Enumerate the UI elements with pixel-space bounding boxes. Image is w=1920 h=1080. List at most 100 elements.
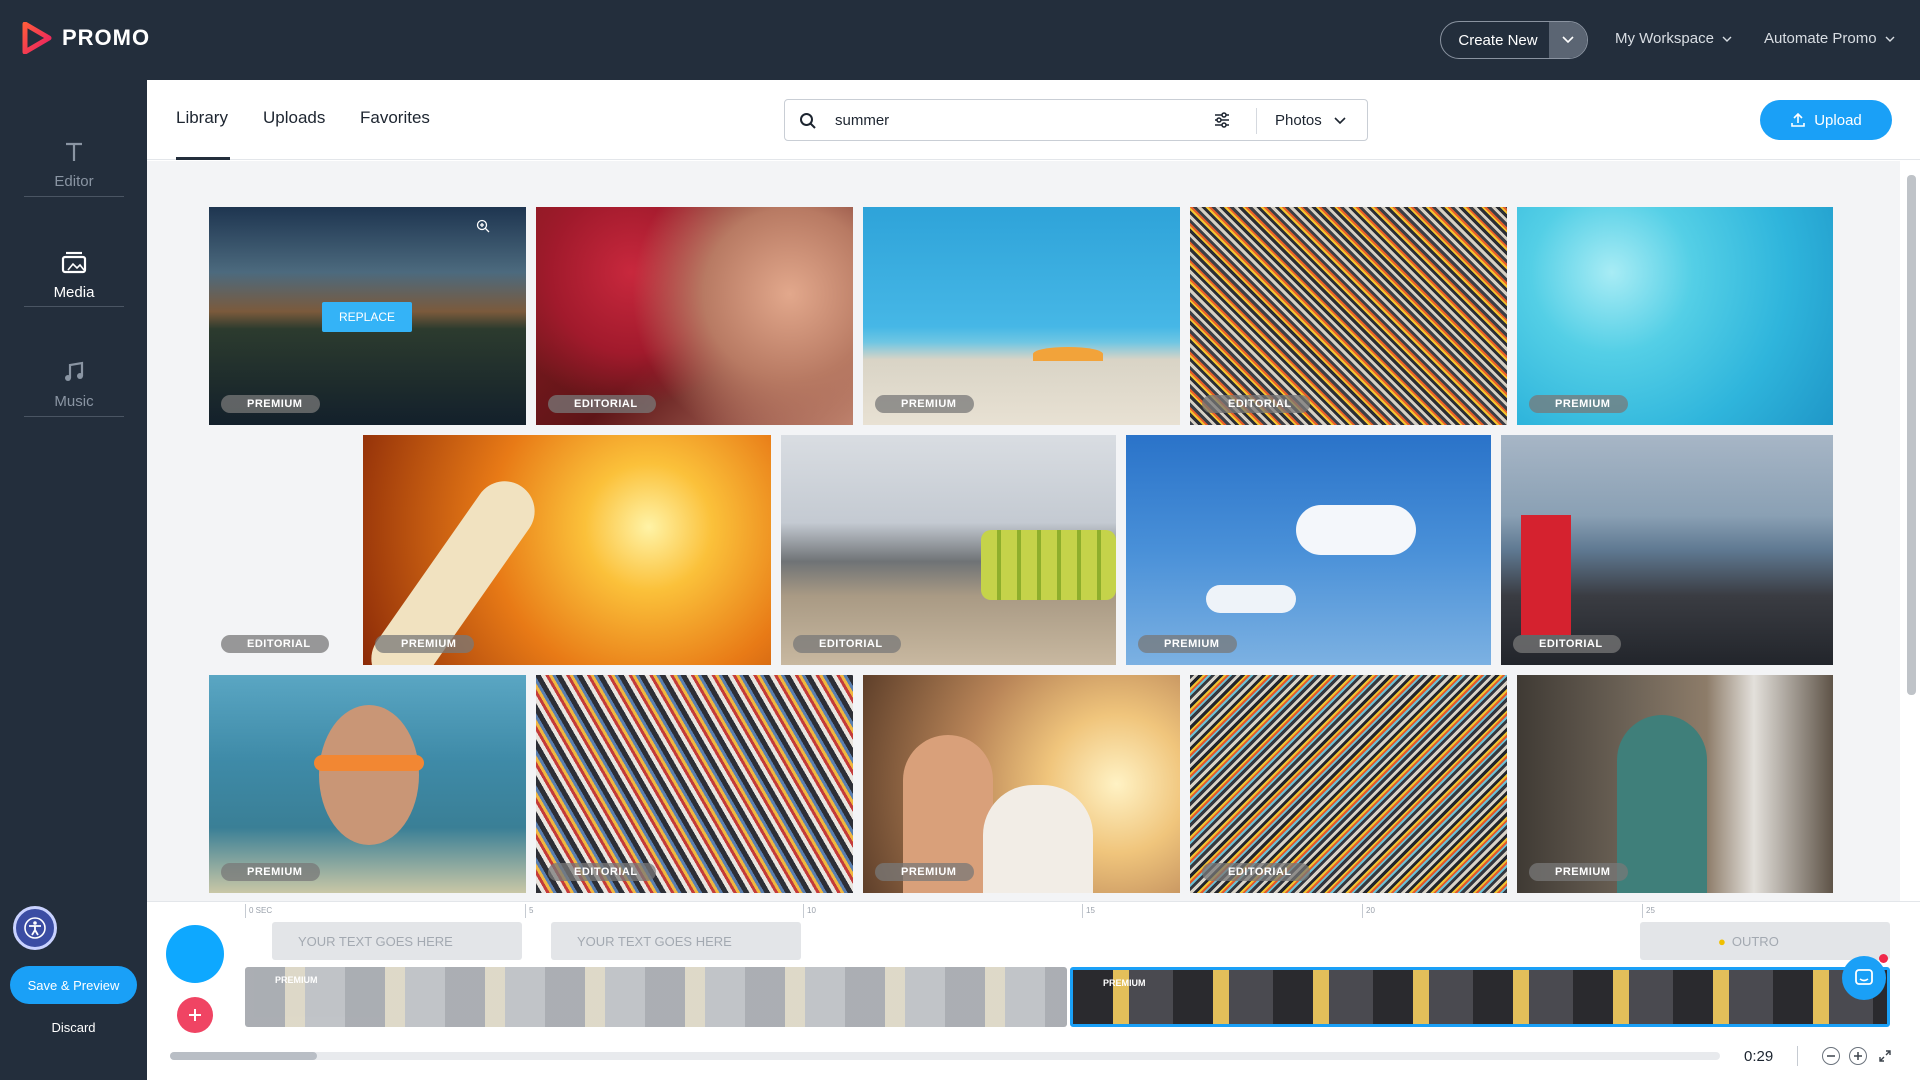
expand-icon[interactable] (1878, 1049, 1892, 1068)
video-clip[interactable]: PREMIUM (245, 967, 1067, 1027)
editorial-badge: EDITORIAL (1513, 635, 1621, 653)
timeline-scrollbar-thumb[interactable] (170, 1052, 317, 1060)
divider (24, 306, 124, 307)
upload-label: Upload (1814, 111, 1862, 129)
sidebar-item-music[interactable]: Music (24, 330, 124, 440)
media-icon (61, 251, 87, 273)
umbrella-shape (1033, 347, 1103, 361)
top-bar: PROMO Create New My Workspace Automate P… (0, 0, 1920, 80)
media-thumbnail[interactable]: REPLACE PREMIUM (209, 207, 526, 425)
grid-scrollbar[interactable] (1907, 175, 1916, 695)
discard-button[interactable]: Discard (0, 1020, 147, 1035)
tab-favorites[interactable]: Favorites (360, 108, 430, 128)
zoom-in-button[interactable] (1849, 1047, 1867, 1065)
minus-icon (1827, 1055, 1835, 1057)
ruler-tick: 10 (803, 904, 816, 918)
person-shape (983, 785, 1093, 893)
media-thumbnail[interactable]: EDITORIAL (536, 675, 853, 893)
timeline-scrollbar-track[interactable] (170, 1052, 1720, 1060)
add-scene-button[interactable] (177, 997, 213, 1033)
divider (24, 416, 124, 417)
save-preview-button[interactable]: Save & Preview (10, 966, 137, 1004)
search-icon (800, 113, 816, 129)
cloud-shape (1206, 585, 1296, 613)
sidebar-item-editor[interactable]: Editor (24, 110, 124, 220)
search-bar: summer Photos (784, 99, 1368, 141)
media-thumbnail[interactable]: PREMIUM (209, 675, 526, 893)
outro-track[interactable]: ● OUTRO (1640, 922, 1890, 960)
chevron-down-icon (1722, 36, 1732, 42)
media-thumbnail[interactable]: EDITORIAL (536, 207, 853, 425)
editorial-badge: EDITORIAL (548, 395, 656, 413)
create-new-button[interactable]: Create New (1440, 21, 1588, 59)
media-thumbnail[interactable]: PREMIUM (863, 675, 1180, 893)
search-input[interactable]: summer (835, 112, 889, 129)
media-type-label: Photos (1275, 112, 1322, 129)
editorial-badge: EDITORIAL (221, 635, 329, 653)
text-track[interactable]: YOUR TEXT GOES HERE (272, 922, 522, 960)
premium-badge: PREMIUM (275, 975, 318, 985)
ruler-tick: 20 (1362, 904, 1375, 918)
promo-logo-icon (22, 22, 52, 54)
media-thumbnail[interactable]: PREMIUM (363, 435, 771, 665)
divider (1256, 108, 1257, 134)
divider (24, 196, 124, 197)
sidebar-item-label: Editor (54, 172, 94, 190)
notification-dot (1879, 954, 1888, 963)
logo-text: PROMO (62, 25, 151, 50)
music-icon (65, 361, 84, 381)
sidebar-item-media[interactable]: Media (24, 220, 124, 330)
text-track[interactable]: YOUR TEXT GOES HERE (551, 922, 801, 960)
accessibility-button[interactable] (13, 906, 57, 950)
text-track-label: YOUR TEXT GOES HERE (577, 933, 732, 949)
editorial-badge: EDITORIAL (548, 863, 656, 881)
chat-button[interactable] (1842, 956, 1886, 1000)
cloud-shape (1296, 505, 1416, 555)
automate-promo-menu[interactable]: Automate Promo (1764, 30, 1895, 47)
media-thumbnail[interactable]: EDITORIAL (1190, 675, 1507, 893)
media-thumbnail[interactable]: EDITORIAL (209, 435, 353, 665)
premium-badge: PREMIUM (375, 635, 475, 653)
my-workspace-label: My Workspace (1615, 30, 1714, 47)
outro-dot-icon: ● (1718, 933, 1726, 949)
premium-badge: PREMIUM (1529, 395, 1629, 413)
replace-button[interactable]: REPLACE (322, 302, 412, 332)
editorial-badge: EDITORIAL (1202, 863, 1310, 881)
logo[interactable]: PROMO (22, 22, 150, 54)
media-thumbnail[interactable]: PREMIUM (863, 207, 1180, 425)
active-tab-indicator (176, 157, 230, 160)
zoom-out-button[interactable] (1822, 1047, 1840, 1065)
sidebar-item-label: Media (53, 283, 95, 301)
filter-icon[interactable] (1213, 111, 1231, 134)
text-icon (66, 142, 82, 161)
media-thumbnail[interactable]: PREMIUM (1517, 207, 1833, 425)
chat-icon (1855, 969, 1873, 985)
ruler-tick: 5 (525, 904, 533, 918)
chevron-down-icon (1334, 116, 1346, 124)
divider (1797, 1046, 1798, 1066)
media-thumbnail[interactable]: PREMIUM (1126, 435, 1491, 665)
video-clip-selected[interactable]: PREMIUM (1070, 967, 1890, 1027)
person-shape (1617, 715, 1707, 893)
tab-uploads[interactable]: Uploads (263, 108, 325, 128)
media-thumbnail[interactable]: EDITORIAL (1190, 207, 1507, 425)
premium-badge: PREMIUM (221, 863, 321, 881)
premium-badge: PREMIUM (875, 863, 975, 881)
sign-shape (1521, 515, 1571, 635)
media-thumbnail[interactable]: EDITORIAL (1501, 435, 1833, 665)
media-thumbnail[interactable]: EDITORIAL (781, 435, 1116, 665)
accessibility-icon (24, 917, 46, 939)
create-new-label: Create New (1458, 31, 1538, 49)
tab-library[interactable]: Library (176, 108, 228, 128)
girl-face-shape (319, 705, 419, 845)
record-button[interactable] (166, 925, 224, 983)
upload-button[interactable]: Upload (1760, 100, 1892, 140)
media-type-select[interactable]: Photos (1275, 112, 1346, 129)
zoom-icon[interactable] (476, 219, 490, 238)
plus-icon (189, 1009, 201, 1021)
upload-icon (1791, 112, 1806, 127)
chevron-down-icon[interactable] (1549, 22, 1587, 58)
editorial-badge: EDITORIAL (793, 635, 901, 653)
media-thumbnail[interactable]: PREMIUM (1517, 675, 1833, 893)
my-workspace-menu[interactable]: My Workspace (1615, 30, 1732, 47)
